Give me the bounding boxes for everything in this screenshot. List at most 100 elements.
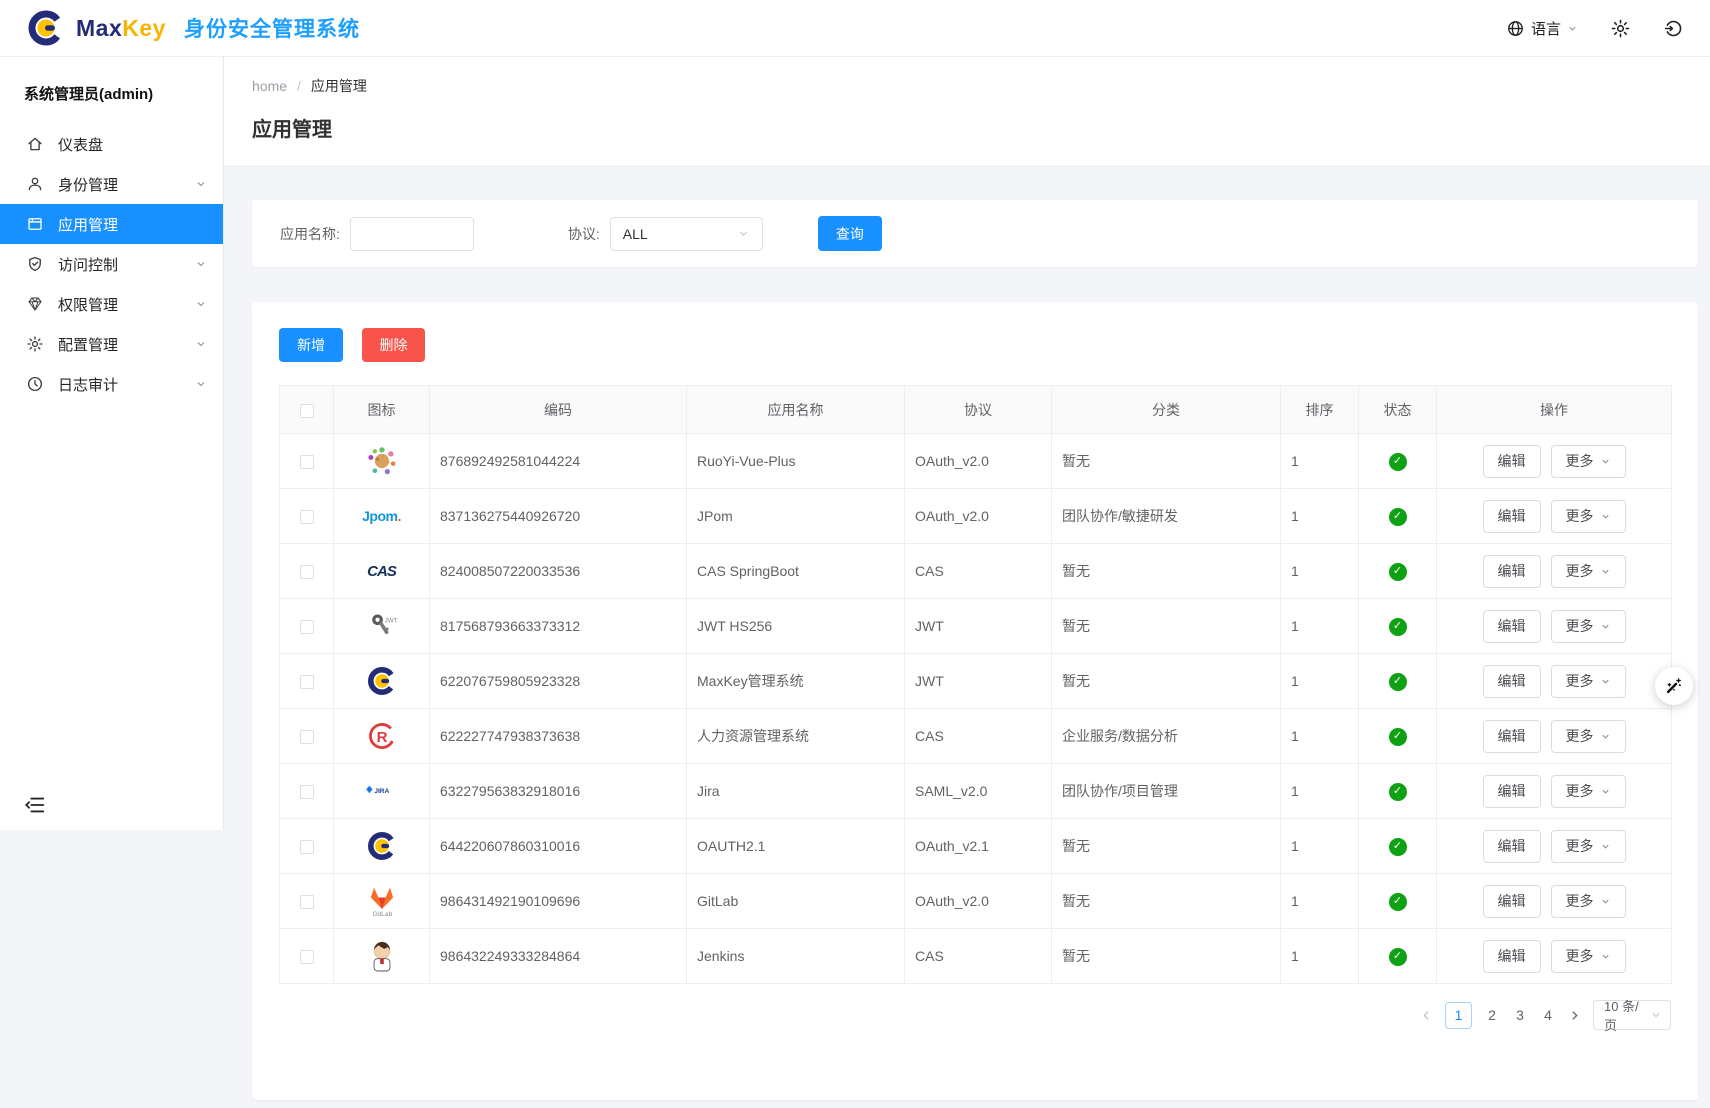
edit-button[interactable]: 编辑 — [1483, 830, 1541, 863]
row-checkbox[interactable] — [300, 565, 314, 579]
page-title: 应用管理 — [252, 113, 332, 142]
menu-icon-apps — [26, 215, 44, 233]
row-checkbox[interactable] — [300, 675, 314, 689]
row-checkbox[interactable] — [300, 785, 314, 799]
row-checkbox[interactable] — [300, 455, 314, 469]
app-icon-hr: R — [365, 719, 399, 753]
sidebar-item-permission[interactable]: 权限管理 — [0, 284, 223, 324]
sidebar-item-identity[interactable]: 身份管理 — [0, 164, 223, 204]
table-row: R 622227747938373638 人力资源管理系统 CAS 企业服务/数… — [280, 709, 1672, 764]
app-name-input[interactable] — [350, 217, 474, 251]
row-checkbox[interactable] — [300, 620, 314, 634]
more-button[interactable]: 更多 — [1551, 830, 1626, 863]
app-sort: 1 — [1281, 764, 1359, 819]
more-button[interactable]: 更多 — [1551, 940, 1626, 973]
col-header-actions: 操作 — [1437, 386, 1672, 434]
col-header-category: 分类 — [1052, 386, 1281, 434]
table-row: 876892492581044224 RuoYi-Vue-Plus OAuth_… — [280, 434, 1672, 489]
select-all-checkbox[interactable] — [300, 404, 314, 418]
edit-button[interactable]: 编辑 — [1483, 885, 1541, 918]
more-button[interactable]: 更多 — [1551, 665, 1626, 698]
edit-button[interactable]: 编辑 — [1483, 720, 1541, 753]
sidebar-item-access[interactable]: 访问控制 — [0, 244, 223, 284]
app-category: 暂无 — [1052, 654, 1281, 709]
protocol-select-value: ALL — [623, 226, 648, 242]
edit-button[interactable]: 编辑 — [1483, 775, 1541, 808]
globe-icon — [1506, 19, 1525, 38]
app-name: GitLab — [687, 874, 905, 929]
menu-icon-dashboard — [26, 135, 44, 153]
more-button[interactable]: 更多 — [1551, 610, 1626, 643]
add-button[interactable]: 新增 — [279, 328, 343, 362]
app-protocol: OAuth_v2.1 — [905, 819, 1052, 874]
edit-button[interactable]: 编辑 — [1483, 940, 1541, 973]
sidebar-item-dashboard[interactable]: 仪表盘 — [0, 124, 223, 164]
pagination-page-button[interactable]: 2 — [1484, 1003, 1500, 1027]
more-button[interactable]: 更多 — [1551, 500, 1626, 533]
status-enabled-icon: ✓ — [1389, 618, 1407, 636]
chevron-down-icon — [195, 298, 207, 310]
app-sort: 1 — [1281, 544, 1359, 599]
app-sort: 1 — [1281, 654, 1359, 709]
app-sort: 1 — [1281, 874, 1359, 929]
language-label: 语言 — [1531, 18, 1561, 39]
page-size-select[interactable]: 10 条/页 — [1593, 1000, 1671, 1030]
table-row: GitLab 986431492190109696 GitLab OAuth_v… — [280, 874, 1672, 929]
app-category: 暂无 — [1052, 929, 1281, 984]
chevron-down-icon — [1650, 1009, 1662, 1021]
edit-button[interactable]: 编辑 — [1483, 500, 1541, 533]
sidebar-item-config[interactable]: 配置管理 — [0, 324, 223, 364]
sidebar-menu: 仪表盘 身份管理 应用管理 — [0, 124, 223, 404]
protocol-select[interactable]: ALL — [610, 217, 763, 251]
col-header-status: 状态 — [1359, 386, 1437, 434]
settings-gear-icon[interactable] — [1610, 18, 1631, 39]
edit-button[interactable]: 编辑 — [1483, 555, 1541, 588]
row-checkbox[interactable] — [300, 895, 314, 909]
more-button[interactable]: 更多 — [1551, 885, 1626, 918]
breadcrumb-home-link[interactable]: home — [252, 78, 287, 94]
app-icon-oauth — [365, 829, 399, 863]
status-enabled-icon: ✓ — [1389, 673, 1407, 691]
delete-button[interactable]: 删除 — [362, 328, 425, 362]
search-button[interactable]: 查询 — [818, 216, 882, 251]
sidebar-item-label: 日志审计 — [58, 374, 118, 395]
pagination-prev-icon[interactable] — [1420, 1009, 1433, 1022]
sidebar-collapse-icon[interactable] — [24, 794, 46, 816]
sidebar-item-audit[interactable]: 日志审计 — [0, 364, 223, 404]
logout-icon[interactable] — [1663, 18, 1684, 39]
pagination-page-button[interactable]: 3 — [1512, 1003, 1528, 1027]
menu-icon-audit — [26, 375, 44, 393]
edit-button[interactable]: 编辑 — [1483, 445, 1541, 478]
app-protocol: OAuth_v2.0 — [905, 489, 1052, 544]
row-checkbox[interactable] — [300, 840, 314, 854]
edit-button[interactable]: 编辑 — [1483, 610, 1541, 643]
row-checkbox[interactable] — [300, 510, 314, 524]
app-protocol: OAuth_v2.0 — [905, 434, 1052, 489]
menu-icon-access — [26, 255, 44, 273]
status-enabled-icon: ✓ — [1389, 728, 1407, 746]
status-enabled-icon: ✓ — [1389, 783, 1407, 801]
svg-text:JWT: JWT — [384, 617, 397, 624]
chevron-down-icon — [1600, 951, 1611, 962]
edit-button[interactable]: 编辑 — [1483, 665, 1541, 698]
row-checkbox[interactable] — [300, 730, 314, 744]
chevron-down-icon — [1600, 566, 1611, 577]
pagination-page-button[interactable]: 1 — [1445, 1002, 1472, 1029]
status-enabled-icon: ✓ — [1389, 508, 1407, 526]
row-checkbox[interactable] — [300, 950, 314, 964]
pagination-next-icon[interactable] — [1568, 1009, 1581, 1022]
more-button[interactable]: 更多 — [1551, 555, 1626, 588]
more-button[interactable]: 更多 — [1551, 445, 1626, 478]
more-button[interactable]: 更多 — [1551, 720, 1626, 753]
chevron-down-icon — [195, 338, 207, 350]
sidebar-item-label: 权限管理 — [58, 294, 118, 315]
magic-wand-button[interactable] — [1655, 667, 1693, 705]
language-switcher[interactable]: 语言 — [1506, 18, 1578, 39]
app-protocol: CAS — [905, 544, 1052, 599]
pagination-page-button[interactable]: 4 — [1540, 1003, 1556, 1027]
more-button[interactable]: 更多 — [1551, 775, 1626, 808]
app-code: 824008507220033536 — [430, 544, 687, 599]
sidebar-item-apps[interactable]: 应用管理 — [0, 204, 223, 244]
app-category: 暂无 — [1052, 819, 1281, 874]
status-enabled-icon: ✓ — [1389, 893, 1407, 911]
